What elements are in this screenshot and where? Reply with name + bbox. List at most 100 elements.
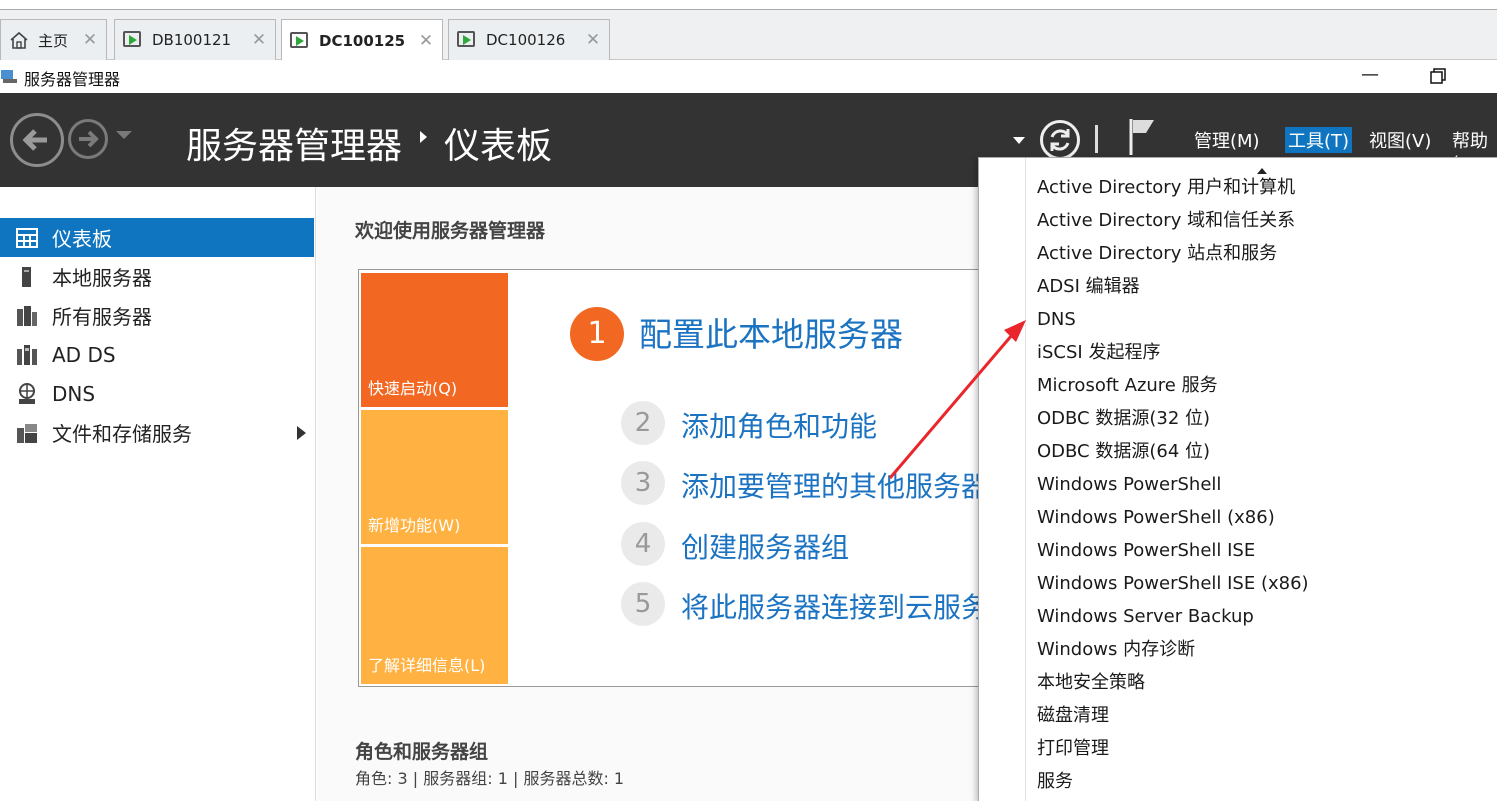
roles-summary: 角色: 3 | 服务器组: 1 | 服务器总数: 1 [355,769,625,788]
chevron-right-icon[interactable] [297,426,306,440]
header-divider [1095,125,1098,153]
home-icon [9,30,31,50]
step-connect-cloud-link[interactable]: 将此服务器连接到云服务 [681,586,989,626]
menu-item-local-security-policy[interactable]: 本地安全策略 [1037,671,1145,695]
sidebar-item-dns[interactable]: DNS [0,374,314,413]
sidebar-item-label: 文件和存储服务 [52,422,192,446]
arrow-right-icon [79,130,99,148]
menu-icon-gutter [979,158,1026,801]
tab-db100121[interactable]: DB100121 ✕ [114,19,276,60]
menu-item-disk-cleanup[interactable]: 磁盘清理 [1037,704,1109,728]
menu-item-powershell-x86[interactable]: Windows PowerShell (x86) [1037,506,1275,530]
forward-button[interactable] [68,119,108,159]
sidebar-item-label: 本地服务器 [52,266,152,290]
breadcrumb-current: 仪表板 [444,126,553,167]
tile-learn-more[interactable]: 了解详细信息(L) [361,547,508,684]
tile-label: 快速启动(Q) [368,379,458,398]
menu-item-ad-sites-services[interactable]: Active Directory 站点和服务 [1037,242,1277,266]
menu-tools[interactable]: 工具(T) [1285,127,1353,153]
tab-label: DB100121 [152,31,232,49]
top-strip [0,0,1497,10]
sidebar-item-all-servers[interactable]: 所有服务器 [0,296,314,335]
menu-item-iscsi-initiator[interactable]: iSCSI 发起程序 [1037,341,1160,365]
dashboard-icon [16,227,38,249]
step-add-roles-link[interactable]: 添加角色和功能 [681,405,877,445]
menu-item-odbc-64[interactable]: ODBC 数据源(64 位) [1037,440,1210,464]
sidebar-item-local-server[interactable]: 本地服务器 [0,257,314,296]
window-title: 服务器管理器 [24,70,121,89]
menu-item-services[interactable]: 服务 [1037,770,1073,794]
menu-item-ad-users-computers[interactable]: Active Directory 用户和计算机 [1037,176,1295,200]
history-dropdown-icon[interactable] [116,131,132,139]
refresh-icon [1050,129,1070,151]
sidebar-item-label: 仪表板 [52,227,112,251]
menu-item-adsi-edit[interactable]: ADSI 编辑器 [1037,275,1140,299]
server-icon [16,266,38,288]
servers-icon [16,305,38,327]
server-manager-icon [1,70,17,83]
ad-ds-icon [16,344,38,366]
menu-view[interactable]: 视图(V) [1366,127,1434,153]
menu-item-ad-domains-trusts[interactable]: Active Directory 域和信任关系 [1037,209,1295,233]
restore-button[interactable] [1428,66,1448,86]
menu-item-odbc-32[interactable]: ODBC 数据源(32 位) [1037,407,1210,431]
step-configure-local-server-link[interactable]: 配置此本地服务器 [639,308,903,356]
menu-item-azure-services[interactable]: Microsoft Azure 服务 [1037,374,1218,398]
menu-manage[interactable]: 管理(M) [1191,127,1263,153]
step-number-badge: 4 [621,522,665,566]
breadcrumb-separator-icon [420,131,427,143]
back-button[interactable] [10,113,64,167]
step-number-badge: 3 [621,461,665,505]
tab-label: DC100126 [486,31,566,49]
menu-item-powershell-ise[interactable]: Windows PowerShell ISE [1037,539,1255,563]
minimize-button[interactable]: — [1358,64,1382,88]
tile-whats-new[interactable]: 新增功能(W) [361,410,508,544]
scroll-up-arrow-icon[interactable] [1257,168,1267,174]
close-icon[interactable]: ✕ [581,30,605,50]
sidebar-item-label: AD DS [52,342,116,367]
header-dropdown-icon[interactable] [1013,137,1025,144]
close-icon[interactable]: ✕ [414,31,438,51]
menu-item-dns[interactable]: DNS [1037,308,1076,332]
tools-dropdown-menu: Active Directory 用户和计算机 Active Directory… [978,157,1497,801]
vm-tab-bar: 主页 ✕ DB100121 ✕ DC100125 ✕ DC100126 ✕ [0,10,1497,61]
tab-label: 主页 [38,31,69,50]
menu-item-print-management[interactable]: 打印管理 [1037,737,1109,761]
sidebar-item-label: DNS [52,381,96,406]
step-add-servers-link[interactable]: 添加要管理的其他服务器 [681,465,989,505]
tab-label: DC100125 [319,31,406,50]
quick-start-card: 快速启动(Q) 新增功能(W) 了解详细信息(L) 1 配置此本地服务器 2 添… [358,269,998,687]
tile-label: 了解详细信息(L) [368,656,486,675]
menu-item-powershell[interactable]: Windows PowerShell [1037,473,1221,497]
menu-item-memory-diagnostic[interactable]: Windows 内存诊断 [1037,638,1195,662]
close-icon[interactable]: ✕ [78,30,102,50]
tile-quick-start[interactable]: 快速启动(Q) [361,273,508,407]
tab-home[interactable]: 主页 ✕ [0,19,107,60]
breadcrumb-root[interactable]: 服务器管理器 [186,117,402,169]
sidebar-item-dashboard[interactable]: 仪表板 [0,218,314,257]
close-icon[interactable]: ✕ [247,30,271,50]
file-storage-icon [16,422,38,444]
roles-heading: 角色和服务器组 [355,741,489,763]
tab-dc100126[interactable]: DC100126 ✕ [448,19,610,60]
window-title-bar: 服务器管理器 — [0,60,1497,94]
menu-item-powershell-ise-x86[interactable]: Windows PowerShell ISE (x86) [1037,572,1309,596]
tile-label: 新增功能(W) [368,516,461,535]
step-number-badge: 2 [621,401,665,445]
vm-icon [457,30,479,50]
welcome-heading: 欢迎使用服务器管理器 [355,220,546,242]
vm-icon [123,30,145,50]
arrow-left-icon [22,129,47,151]
notifications-flag-icon[interactable] [1128,117,1158,157]
tab-dc100125[interactable]: DC100125 ✕ [281,19,443,61]
sidebar-item-file-storage[interactable]: 文件和存储服务 [0,413,314,452]
vm-icon [290,31,312,51]
dns-icon [16,382,38,405]
step-number-badge: 1 [570,307,624,361]
sidebar-item-label: 所有服务器 [52,305,152,329]
refresh-button[interactable] [1040,120,1080,160]
step-number-badge: 5 [621,582,665,626]
sidebar-item-ad-ds[interactable]: AD DS [0,335,314,374]
menu-item-server-backup[interactable]: Windows Server Backup [1037,605,1254,629]
step-create-group-link[interactable]: 创建服务器组 [681,526,849,566]
